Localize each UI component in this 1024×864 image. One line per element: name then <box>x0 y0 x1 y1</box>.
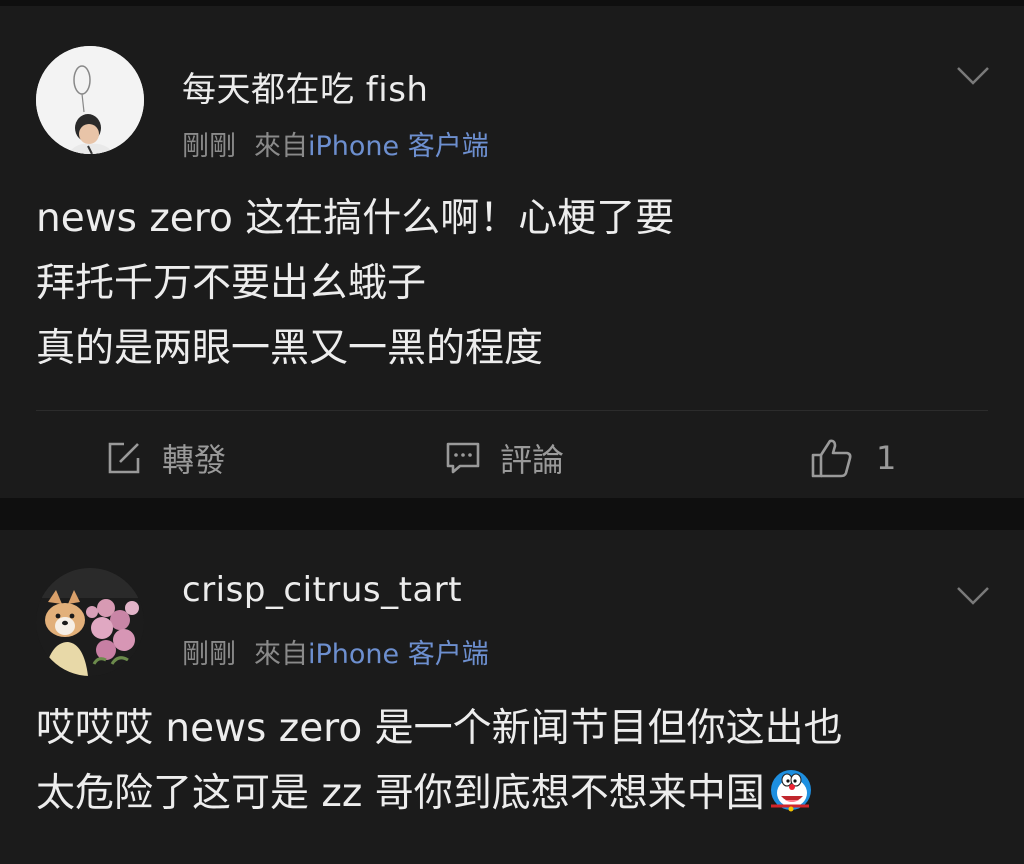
comment-meta: 剛剛 來自iPhone 客户端 <box>182 632 489 671</box>
repost-button[interactable]: 轉發 <box>104 428 226 488</box>
avatar[interactable] <box>36 568 144 676</box>
device-link[interactable]: iPhone 客户端 <box>308 639 489 670</box>
comment-meta: 剛剛 來自iPhone 客户端 <box>182 124 489 163</box>
timestamp: 剛剛 <box>182 131 236 162</box>
card-separator <box>0 498 1024 530</box>
comment-icon <box>446 442 480 474</box>
username[interactable]: crisp_citrus_tart <box>182 570 462 610</box>
comment-line: 拜托千万不要出幺蛾子 <box>36 261 427 306</box>
share-icon <box>108 442 140 474</box>
comment-line: 哎哎哎 news zero 是一个新闻节目但你这出也 <box>36 706 843 751</box>
comment-card: crisp_citrus_tart 剛剛 來自iPhone 客户端 哎哎哎 new… <box>0 530 1024 864</box>
comment-card: 每天都在吃 fish 剛剛 來自iPhone 客户端 news zero 这在搞什… <box>0 6 1024 498</box>
comment-label: 評論 <box>500 441 565 479</box>
repost-label: 轉發 <box>162 441 227 479</box>
comment-button[interactable]: 評論 <box>444 428 564 488</box>
username[interactable]: 每天都在吃 fish <box>182 62 429 111</box>
thumbs-up-icon <box>811 439 852 478</box>
device-link[interactable]: iPhone 客户端 <box>308 131 489 162</box>
timestamp: 剛剛 <box>182 639 236 670</box>
divider <box>36 410 988 411</box>
like-button[interactable]: 1 <box>810 428 896 488</box>
avatar[interactable] <box>36 46 144 154</box>
comment-text: 哎哎哎 news zero 是一个新闻节目但你这出也 太危险了这可是 zz 哥你… <box>36 696 843 826</box>
like-count: 1 <box>876 439 897 477</box>
doraemon-emoji <box>770 770 811 812</box>
source-label: 來自 <box>254 131 308 162</box>
comment-line: 真的是两眼一黑又一黑的程度 <box>36 326 544 371</box>
chevron-down-icon[interactable] <box>956 586 990 606</box>
action-bar: 轉發 評論 1 <box>0 428 1024 488</box>
chevron-down-icon[interactable] <box>956 66 990 86</box>
comment-line-with-emoji: 太危险了这可是 zz 哥你到底想不想来中国 <box>36 761 843 826</box>
source-label: 來自 <box>254 639 308 670</box>
comment-line: news zero 这在搞什么啊！心梗了要 <box>36 196 675 241</box>
comment-text: news zero 这在搞什么啊！心梗了要 拜托千万不要出幺蛾子 真的是两眼一黑… <box>36 186 674 381</box>
comment-line: 太危险了这可是 zz 哥你到底想不想来中国 <box>36 771 765 816</box>
